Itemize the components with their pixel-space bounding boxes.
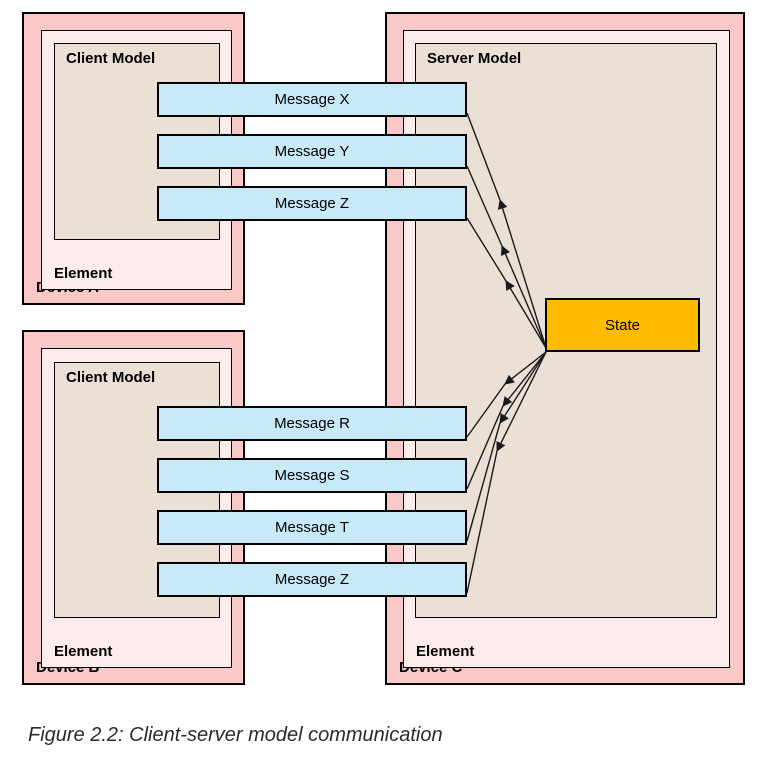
message-label-z-top: Message Z [274, 195, 350, 212]
message-box-r[interactable]: Message R [157, 406, 467, 441]
message-label-r: Message R [274, 415, 350, 432]
device-a-element-label: Element [54, 265, 113, 282]
device-c-element-label: Element [416, 643, 475, 660]
message-label-s: Message S [274, 467, 350, 484]
message-box-x[interactable]: Message X [157, 82, 467, 117]
diagram-canvas: Device A Element Client Model Device B E… [0, 0, 760, 763]
device-b-client-model-label: Client Model [66, 369, 156, 386]
state-box[interactable]: State [545, 298, 700, 352]
device-b-element-label: Element [54, 643, 113, 660]
message-box-z-bottom[interactable]: Message Z [157, 562, 467, 597]
state-label: State [604, 316, 641, 334]
message-box-y[interactable]: Message Y [157, 134, 467, 169]
message-label-y: Message Y [274, 143, 350, 160]
device-a-client-model-label: Client Model [66, 50, 156, 67]
message-box-s[interactable]: Message S [157, 458, 467, 493]
message-box-z-top[interactable]: Message Z [157, 186, 467, 221]
figure-caption: Figure 2.2: Client-server model communic… [28, 724, 443, 746]
message-box-t[interactable]: Message T [157, 510, 467, 545]
device-c-server-model-label: Server Model [427, 50, 522, 67]
message-label-z-bottom: Message Z [274, 571, 350, 588]
message-label-t: Message T [275, 519, 349, 536]
message-label-x: Message X [274, 91, 350, 108]
